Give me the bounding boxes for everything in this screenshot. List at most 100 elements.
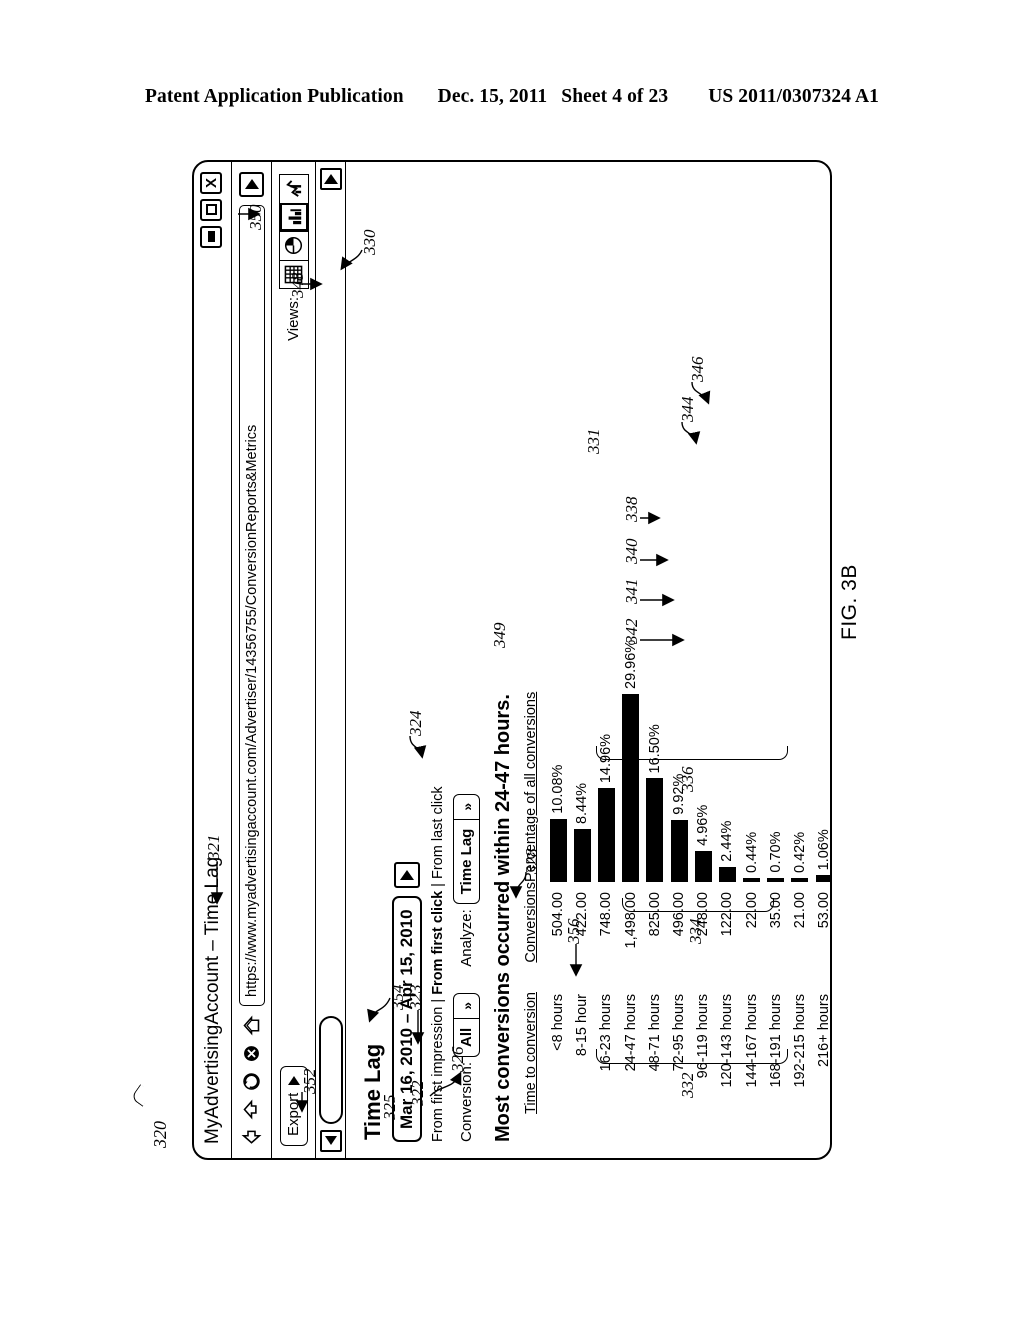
table-row: 72-95 hours bbox=[667, 992, 691, 1142]
views-label: Views: bbox=[285, 297, 302, 341]
publication-header: Patent Application Publication Dec. 15, … bbox=[0, 86, 1024, 108]
maximize-icon bbox=[205, 204, 217, 216]
window-buttons: X bbox=[200, 172, 222, 248]
brace-336 bbox=[596, 746, 788, 760]
bar-chart-view-button[interactable] bbox=[278, 202, 309, 233]
table-row: 192-215 hours bbox=[788, 992, 812, 1142]
scroll-left-icon bbox=[324, 1136, 337, 1146]
close-button[interactable]: X bbox=[200, 172, 222, 194]
chart-bar bbox=[597, 788, 615, 882]
forward-arrow-icon[interactable] bbox=[241, 1099, 262, 1120]
chart-bar-value-label: 2.44% bbox=[719, 820, 736, 862]
table-row: <8 hours bbox=[546, 992, 570, 1142]
chevron-down-icon: » bbox=[454, 794, 479, 820]
maximize-button[interactable] bbox=[200, 199, 222, 221]
chart-bar-value-label: 8.44% bbox=[574, 782, 591, 825]
leader-346 bbox=[684, 374, 714, 408]
attribution-selector[interactable]: From first impression | From first click… bbox=[430, 178, 446, 1142]
rotated-figure-stage: MyAdvertisingAccount – Time Lag X https:… bbox=[192, 160, 832, 1160]
line-chart-view-button[interactable] bbox=[278, 174, 309, 204]
cell-time-to-conversion: 16-23 hours bbox=[598, 994, 615, 1072]
table-row: 21.00 bbox=[788, 882, 812, 992]
leader-330 bbox=[332, 242, 368, 278]
cell-time-to-conversion: 120-143 hours bbox=[719, 994, 736, 1088]
chart-bar bbox=[815, 875, 832, 882]
table-row: 120-143 hours bbox=[715, 992, 739, 1142]
go-button[interactable] bbox=[239, 172, 264, 197]
leader-344 bbox=[672, 414, 702, 448]
chart-bar-row: 2.44% bbox=[715, 178, 739, 882]
refresh-icon[interactable] bbox=[241, 1071, 262, 1092]
chart-bar bbox=[549, 818, 567, 882]
chart-bar-value-label: 1.06% bbox=[816, 829, 832, 871]
analyze-value: Time Lag bbox=[458, 828, 475, 895]
chart-bar bbox=[646, 778, 664, 882]
timelag-table: Time to conversion <8 hours 8-15 hour 16-2… bbox=[523, 178, 832, 1142]
scroll-left-button[interactable] bbox=[319, 1130, 342, 1152]
chart-bar-row: 0.70% bbox=[764, 178, 788, 882]
go-arrow-icon bbox=[244, 179, 259, 190]
numeral-322: 322 bbox=[408, 1080, 427, 1107]
table-row: 16-23 hours bbox=[594, 992, 618, 1142]
cell-conversions: 21.00 bbox=[791, 892, 808, 929]
view-button-group bbox=[278, 174, 309, 290]
publication-header-date: Dec. 15, 2011 bbox=[437, 86, 548, 107]
table-row: 53.00 bbox=[812, 882, 832, 992]
chart-bar-row: 14.96% bbox=[594, 178, 618, 882]
attribution-option-first-click[interactable]: From first click bbox=[430, 891, 446, 995]
attribution-option-last-click[interactable]: From last click bbox=[430, 786, 446, 879]
minimize-button[interactable] bbox=[200, 226, 222, 248]
leader-341 bbox=[638, 590, 678, 608]
analyze-filter: Analyze: Time Lag » bbox=[453, 793, 480, 967]
chart-bar-row: 1.06% bbox=[812, 178, 832, 882]
cell-time-to-conversion: 72-95 hours bbox=[671, 994, 688, 1072]
chart-bar-row: 10.08% bbox=[546, 178, 570, 882]
url-bar[interactable]: https://www.myadvertisingaccount.com/Adv… bbox=[238, 205, 265, 1006]
chart-bar bbox=[718, 866, 736, 882]
cell-time-to-conversion: 48-71 hours bbox=[646, 994, 663, 1072]
numeral-325: 325 bbox=[380, 1094, 399, 1121]
chart-bar-row: 0.42% bbox=[788, 178, 812, 882]
numeral-321: 321 bbox=[204, 834, 223, 861]
scroll-right-icon bbox=[323, 174, 338, 184]
attribution-separator-2: | bbox=[430, 883, 446, 887]
scrollbar-thumb[interactable] bbox=[318, 1016, 343, 1124]
home-icon[interactable] bbox=[241, 1015, 262, 1036]
filter-row: Conversion: All » Analyze: Time Lag » bbox=[453, 178, 480, 1142]
date-apply-arrow-icon bbox=[400, 870, 414, 881]
publication-header-sheet: Sheet 4 of 23 bbox=[561, 86, 669, 107]
column-header-time: Time to conversion bbox=[523, 992, 539, 1114]
date-range-apply-button[interactable] bbox=[394, 862, 420, 889]
analyze-dropdown[interactable]: Time Lag » bbox=[453, 793, 480, 905]
back-arrow-icon[interactable] bbox=[241, 1127, 262, 1148]
pie-chart-view-button[interactable] bbox=[278, 231, 309, 261]
figure-root-numeral: 320 bbox=[130, 1084, 171, 1148]
table-row: 8-15 hour bbox=[570, 992, 594, 1142]
leader-321 bbox=[210, 858, 224, 908]
leader-352 bbox=[295, 1088, 312, 1114]
export-dropdown-icon bbox=[287, 1075, 300, 1085]
scroll-right-button[interactable] bbox=[319, 168, 342, 190]
stop-icon[interactable] bbox=[241, 1043, 262, 1064]
brace-332 bbox=[596, 1049, 788, 1064]
figure-root-numeral-text: 320 bbox=[150, 1121, 170, 1148]
horizontal-scrollbar[interactable] bbox=[316, 162, 346, 1158]
url-text: https://www.myadvertisingaccount.com/Adv… bbox=[243, 424, 260, 997]
table-row: 24-47 hours bbox=[619, 992, 643, 1142]
table-row: 96-119 hours bbox=[691, 992, 715, 1142]
table-row: 168-191 hours bbox=[764, 992, 788, 1142]
leader-356 bbox=[569, 938, 584, 980]
chart-bar-value-label: 0.70% bbox=[767, 831, 784, 873]
chart-bar bbox=[767, 877, 785, 882]
cell-conversions: 53.00 bbox=[816, 892, 832, 929]
numeral-331: 331 bbox=[584, 428, 603, 455]
leader-350 bbox=[236, 206, 262, 221]
cell-time-to-conversion: 144-167 hours bbox=[743, 994, 760, 1088]
chart-bar-value-label: 4.96% bbox=[695, 804, 712, 846]
app-toolbar: Export Views: bbox=[272, 162, 316, 1158]
cell-time-to-conversion: 168-191 hours bbox=[767, 994, 784, 1088]
window-titlebar: MyAdvertisingAccount – Time Lag X bbox=[194, 162, 232, 1158]
chevron-down-icon: » bbox=[454, 993, 479, 1019]
browser-window: MyAdvertisingAccount – Time Lag X https:… bbox=[192, 160, 832, 1160]
line-chart-view-icon bbox=[286, 180, 302, 198]
